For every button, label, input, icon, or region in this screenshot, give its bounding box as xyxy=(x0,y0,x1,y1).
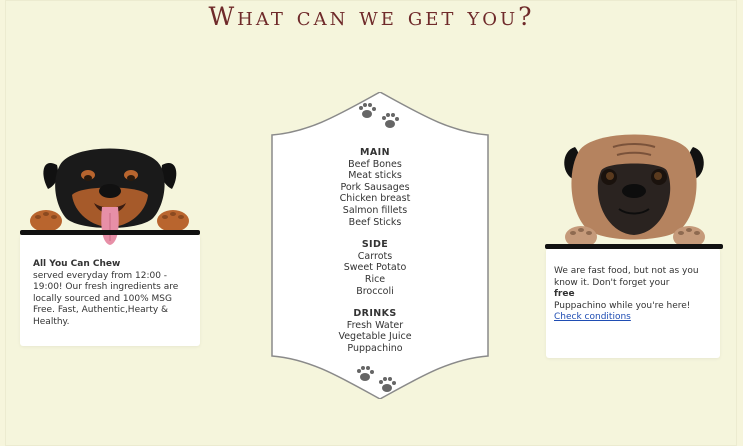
menu-item: Broccoli xyxy=(356,285,394,297)
rottweiler-illustration xyxy=(30,148,189,245)
left-card-text: All You Can Chew served everyday from 12… xyxy=(33,259,195,328)
menu-item: Fresh Water xyxy=(346,319,404,331)
menu-item: Pork Sausages xyxy=(340,181,410,193)
menu-section-main: MAIN Beef Bones Meat sticks Pork Sausage… xyxy=(305,147,445,228)
left-card-body: served everyday from 12:00 - 19:00! Our … xyxy=(33,270,179,327)
check-conditions-link[interactable]: Check conditions xyxy=(554,312,631,322)
menu-item: Vegetable Juice xyxy=(338,331,412,343)
left-card-heading: All You Can Chew xyxy=(33,259,121,269)
menu-item: Salmon fillets xyxy=(342,204,408,216)
left-card-divider xyxy=(20,230,200,235)
right-card-line2: Puppachino while you're here! xyxy=(554,300,691,311)
right-card-line1: We are fast food, but not as you know it… xyxy=(554,266,699,288)
menu-section-title: DRINKS xyxy=(353,308,397,320)
menu-item: Sweet Potato xyxy=(343,262,407,274)
paw-prints-icon xyxy=(357,366,396,392)
menu-item: Puppachino xyxy=(347,342,403,354)
menu-item: Beef Bones xyxy=(348,158,402,170)
menu-item: Beef Sticks xyxy=(348,216,402,228)
menu-item: Meat sticks xyxy=(348,170,402,182)
menu-list: MAIN Beef Bones Meat sticks Pork Sausage… xyxy=(305,147,445,366)
menu-section-drinks: DRINKS Fresh Water Vegetable Juice Puppa… xyxy=(305,308,445,354)
menu-section-title: SIDE xyxy=(361,239,389,251)
paw-prints-icon xyxy=(359,103,399,128)
right-card-divider xyxy=(545,244,723,249)
page-title: What can we get you? xyxy=(208,2,535,31)
menu-item: Chicken breast xyxy=(339,193,411,205)
right-card-text: We are fast food, but not as you know it… xyxy=(554,266,716,324)
menu-section-side: SIDE Carrots Sweet Potato Rice Broccoli xyxy=(305,239,445,297)
pug-illustration xyxy=(564,134,705,248)
menu-item: Carrots xyxy=(357,250,393,262)
menu-item: Rice xyxy=(364,273,386,285)
menu-section-title: MAIN xyxy=(360,147,390,158)
right-card-free: free xyxy=(554,289,575,299)
